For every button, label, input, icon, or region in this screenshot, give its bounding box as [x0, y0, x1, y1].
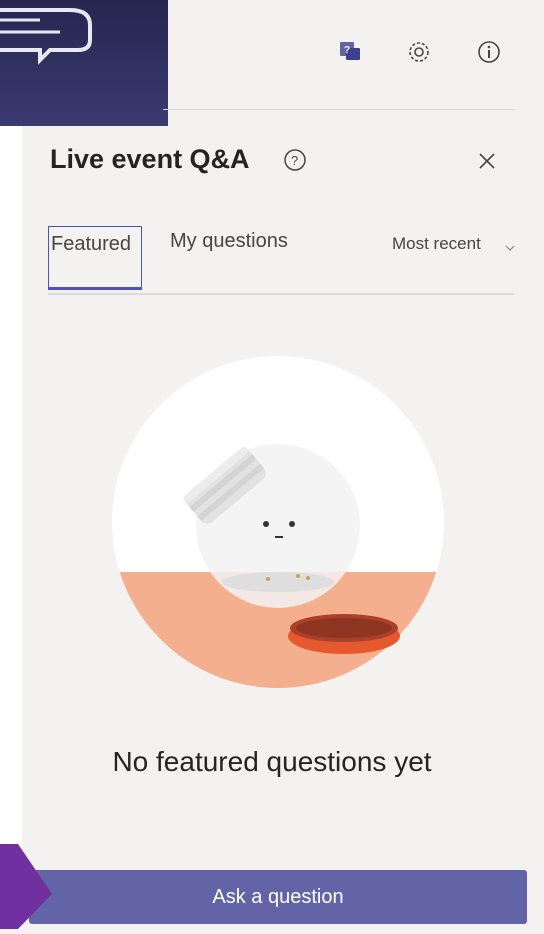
panel-title: Live event Q&A: [50, 144, 250, 174]
chat-bubble-icon: [0, 0, 168, 126]
tab-my-questions[interactable]: My questions: [170, 230, 288, 253]
help-icon[interactable]: ?: [283, 148, 307, 172]
ask-question-label: Ask a question: [212, 885, 344, 908]
tab-active-indicator: [48, 287, 142, 290]
arrow-decoration-icon: [0, 844, 56, 929]
svg-text:?: ?: [344, 45, 350, 56]
left-edge: [0, 0, 22, 929]
ask-question-button[interactable]: Ask a question: [29, 870, 527, 924]
header-divider: [163, 109, 515, 110]
thumbnail-image: [0, 0, 168, 126]
settings-icon[interactable]: [405, 38, 433, 66]
info-icon[interactable]: [475, 38, 503, 66]
close-icon[interactable]: [476, 150, 498, 172]
svg-text:?: ?: [291, 153, 298, 168]
tab-featured[interactable]: Featured: [48, 226, 142, 288]
sort-dropdown[interactable]: Most recent: [392, 234, 481, 254]
empty-jar-illustration: [112, 356, 444, 688]
qna-icon[interactable]: ?: [336, 38, 364, 66]
chevron-down-icon[interactable]: [505, 240, 515, 251]
tabs-divider: [48, 293, 514, 295]
empty-state-message: No featured questions yet: [112, 746, 432, 777]
